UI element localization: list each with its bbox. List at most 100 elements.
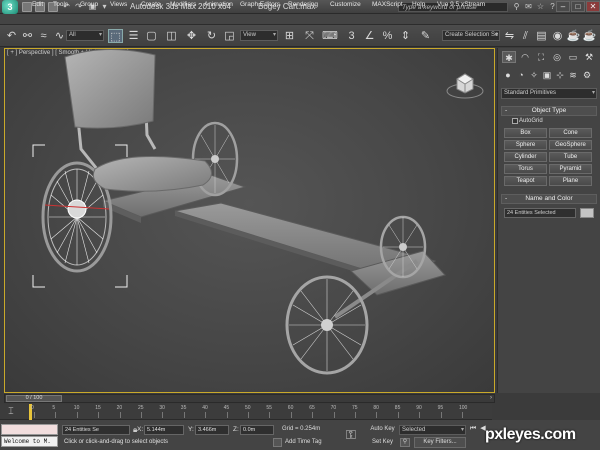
curve-editor-icon[interactable]: ⌶ xyxy=(5,406,17,416)
menu-rendering[interactable]: Rendering xyxy=(288,1,318,8)
systems-icon[interactable]: ⚙ xyxy=(581,69,593,81)
auto-key-button[interactable]: Auto Key xyxy=(368,424,397,435)
unlink-icon[interactable]: ≈ xyxy=(36,29,51,43)
key-filters-button[interactable]: Key Filters... xyxy=(414,437,466,448)
undo-tool-icon[interactable]: ↶ xyxy=(4,29,19,43)
rollout-collapse-icon[interactable]: - xyxy=(505,195,507,203)
communication-center-icon[interactable]: ✉ xyxy=(524,2,533,11)
teapot-button[interactable]: Teapot xyxy=(504,176,547,186)
menu-create[interactable]: Create xyxy=(141,1,161,8)
shapes-icon[interactable]: ◔ xyxy=(515,69,527,81)
menu-customize[interactable]: Customize xyxy=(330,1,361,8)
select-link-icon[interactable]: ⚯ xyxy=(20,29,35,43)
angle-snap-icon[interactable]: ∠ xyxy=(362,29,377,43)
cylinder-button[interactable]: Cylinder xyxy=(504,152,547,162)
menu-animation[interactable]: Animation xyxy=(204,1,233,8)
pyramid-button[interactable]: Pyramid xyxy=(549,164,592,174)
material-editor-icon[interactable]: ◉ xyxy=(550,29,565,43)
y-coord-field[interactable]: 3.466m xyxy=(195,425,229,435)
menu-views[interactable]: Views xyxy=(110,1,127,8)
menu-graph-editors[interactable]: Graph Editors xyxy=(240,1,280,8)
lights-icon[interactable]: ✧ xyxy=(528,69,540,81)
display-tab-icon[interactable]: ▭ xyxy=(566,51,580,63)
keyboard-shortcut-override-icon[interactable]: ⌨ xyxy=(322,29,338,43)
menu-vue-xstream[interactable]: Vue 9.5 xStream xyxy=(437,1,485,8)
favorites-star-icon[interactable]: ☆ xyxy=(536,2,545,11)
select-scale-icon[interactable]: ◲ xyxy=(222,29,237,43)
spinner-snap-icon[interactable]: ⇕ xyxy=(398,29,413,43)
set-key-button[interactable]: Set Key xyxy=(368,437,397,448)
rectangular-selection-icon[interactable]: ▢ xyxy=(144,29,159,43)
select-rotate-icon[interactable]: ↻ xyxy=(204,29,219,43)
select-manipulate-icon[interactable]: ⤧ xyxy=(302,29,317,43)
motion-tab-icon[interactable]: ◎ xyxy=(550,51,564,63)
maxscript-mini-listener[interactable]: Welcome to M. xyxy=(1,436,58,447)
render-setup-icon[interactable]: ☕ xyxy=(566,29,581,43)
key-mode-icon[interactable]: ⚲ xyxy=(400,438,410,447)
space-warps-icon[interactable]: ≋ xyxy=(567,69,579,81)
helpers-icon[interactable]: ⊹ xyxy=(554,69,566,81)
new-file-icon[interactable] xyxy=(22,2,32,12)
autogrid-checkbox[interactable] xyxy=(512,118,518,124)
close-button[interactable]: ✕ xyxy=(586,1,600,12)
box-button[interactable]: Box xyxy=(504,128,547,138)
quick-access-chevron-icon[interactable]: ▾ xyxy=(100,2,109,11)
key-selection-dropdown[interactable]: Selected xyxy=(399,425,466,435)
go-to-start-icon[interactable]: ⏮ xyxy=(468,424,478,434)
time-tag-icon[interactable] xyxy=(273,438,282,447)
menu-group[interactable]: Group xyxy=(80,1,98,8)
add-time-tag-button[interactable]: Add Time Tag xyxy=(285,439,322,445)
primitive-type-dropdown[interactable]: Standard Primitives xyxy=(501,88,597,99)
tube-button[interactable]: Tube xyxy=(549,152,592,162)
edit-named-selection-icon[interactable]: ✎ xyxy=(418,29,433,43)
time-slider-thumb[interactable]: 0 / 100 xyxy=(6,395,62,402)
maxscript-listener-output[interactable] xyxy=(1,424,58,435)
cameras-icon[interactable]: ▣ xyxy=(541,69,553,81)
rollout-collapse-icon[interactable]: - xyxy=(505,107,507,115)
snaps-toggle-icon[interactable]: 3 xyxy=(344,29,359,43)
x-coord-field[interactable]: 5.144m xyxy=(144,425,184,435)
modify-tab-icon[interactable]: ◠ xyxy=(518,51,532,63)
perspective-viewport[interactable]: [ + ] Perspective ] [ Smooth + Highlight… xyxy=(4,48,495,393)
window-crossing-icon[interactable]: ◫ xyxy=(164,29,179,43)
select-move-icon[interactable]: ✥ xyxy=(184,29,199,43)
time-slider-next-icon[interactable]: › xyxy=(490,395,495,402)
time-slider[interactable] xyxy=(4,394,495,403)
select-object-icon[interactable]: ⬚ xyxy=(108,29,123,43)
object-name-field[interactable]: 24 Entities Selected xyxy=(504,208,576,218)
named-selection-set-dropdown[interactable]: Create Selection Se xyxy=(442,30,500,41)
geometry-icon[interactable]: ● xyxy=(502,69,514,81)
geosphere-button[interactable]: GeoSphere xyxy=(549,140,592,150)
object-color-swatch[interactable] xyxy=(580,208,594,218)
viewcube[interactable] xyxy=(445,71,485,101)
bind-spacewarp-icon[interactable]: ∿ xyxy=(52,29,67,43)
render-production-icon[interactable]: ☕ xyxy=(582,29,597,43)
hierarchy-tab-icon[interactable]: ⛶ xyxy=(534,51,548,63)
minimize-button[interactable]: – xyxy=(556,1,570,12)
bogey-cart-scene[interactable] xyxy=(5,49,495,393)
menu-modifiers[interactable]: Modifiers xyxy=(170,1,196,8)
menu-tools[interactable]: Tools xyxy=(53,1,68,8)
align-icon[interactable]: ⫽ xyxy=(518,29,533,43)
object-type-rollout[interactable]: - Object Type xyxy=(501,106,597,116)
lock-selection-icon[interactable] xyxy=(62,410,72,418)
cone-button[interactable]: Cone xyxy=(549,128,592,138)
layer-manager-icon[interactable]: ▤ xyxy=(534,29,549,43)
percent-snap-icon[interactable]: % xyxy=(380,29,395,43)
mirror-icon[interactable]: ⇋ xyxy=(502,29,517,43)
reference-coordinate-dropdown[interactable]: View xyxy=(240,30,278,41)
menu-edit[interactable]: Edit xyxy=(32,1,43,8)
plane-button[interactable]: Plane xyxy=(549,176,592,186)
menu-maxscript[interactable]: MAXScript xyxy=(372,1,403,8)
select-by-name-icon[interactable]: ☰ xyxy=(126,29,141,43)
create-tab-icon[interactable]: ✱ xyxy=(502,51,516,63)
selection-filter-dropdown[interactable]: All xyxy=(66,30,104,41)
app-logo-icon[interactable]: 3 xyxy=(2,0,18,14)
sphere-button[interactable]: Sphere xyxy=(504,140,547,150)
binoculars-icon[interactable]: ⚲ xyxy=(512,2,521,11)
menu-help[interactable]: Help xyxy=(412,1,425,8)
z-coord-field[interactable]: 0.0m xyxy=(240,425,274,435)
maximize-button[interactable]: □ xyxy=(571,1,585,12)
torus-button[interactable]: Torus xyxy=(504,164,547,174)
utilities-tab-icon[interactable]: ⚒ xyxy=(582,51,596,63)
